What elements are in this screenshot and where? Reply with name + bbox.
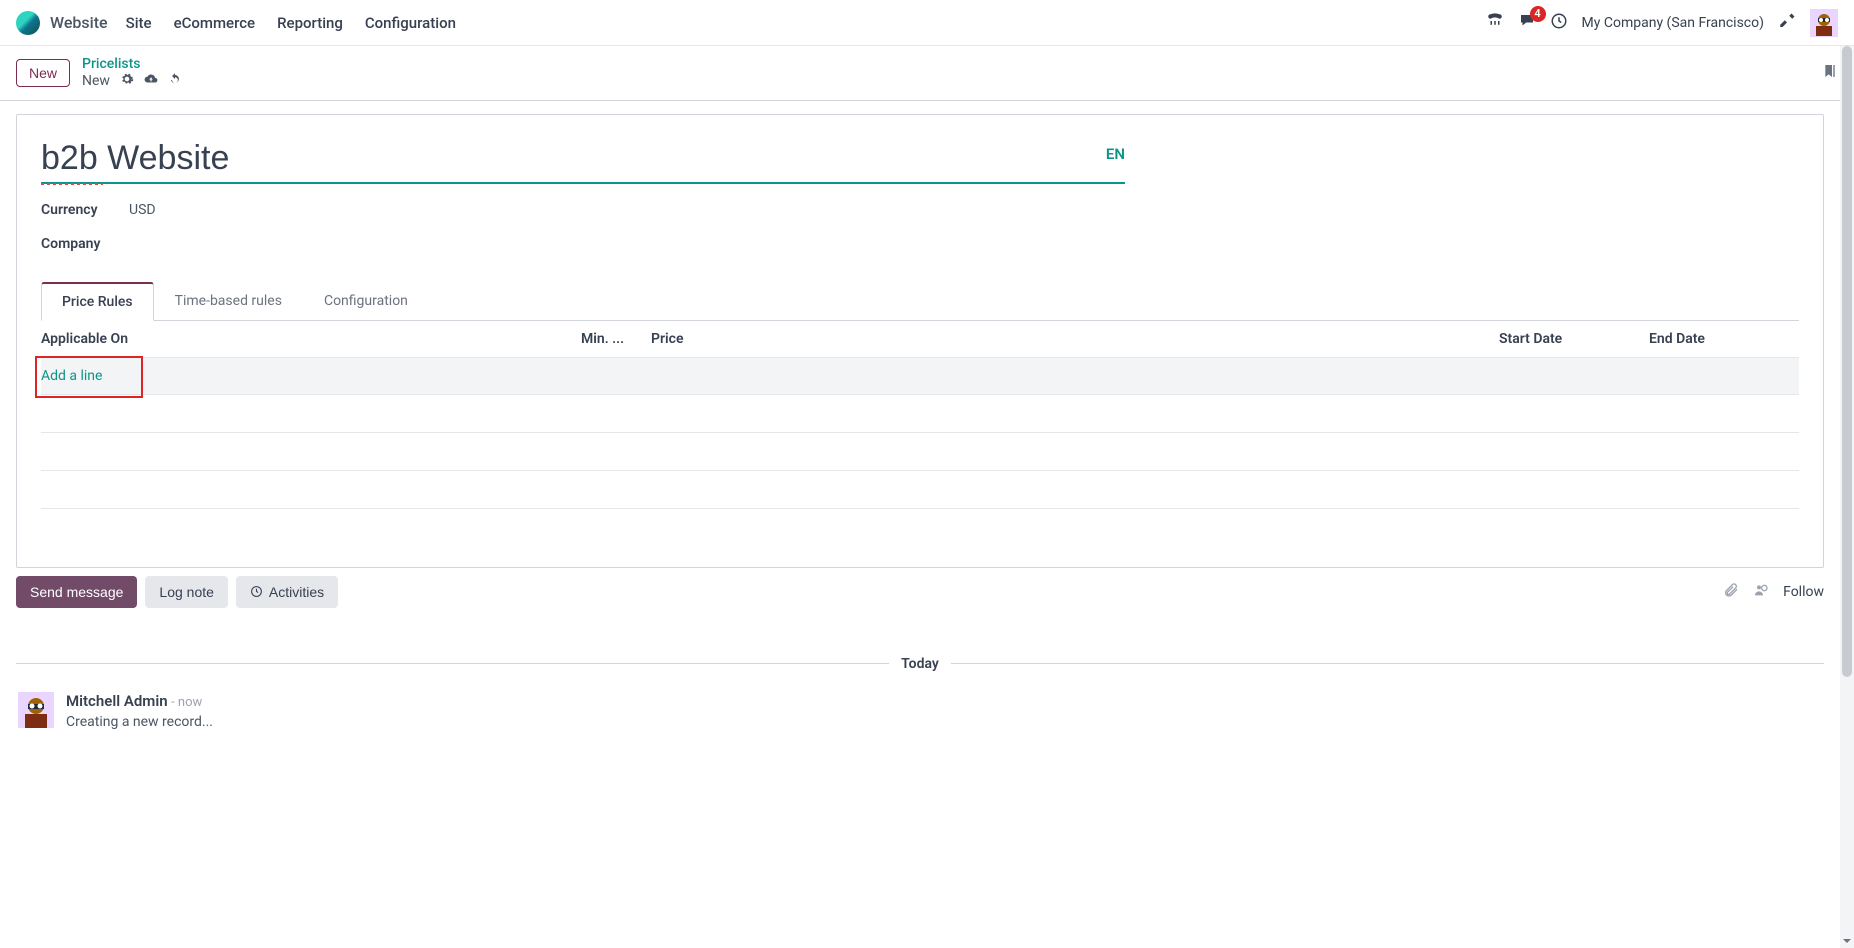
follow-button[interactable]: Follow	[1783, 584, 1824, 600]
cloud-save-icon[interactable]	[144, 72, 158, 90]
bookmark-icon[interactable]	[1822, 61, 1838, 85]
pricelist-name-input[interactable]	[41, 139, 1125, 184]
breadcrumb-current: New	[82, 73, 110, 89]
chatter-message: Mitchell Admin - now Creating a new reco…	[16, 692, 1824, 730]
followers-icon[interactable]	[1753, 582, 1769, 602]
scrollbar[interactable]	[1840, 46, 1854, 948]
company-selector[interactable]: My Company (San Francisco)	[1582, 15, 1764, 31]
attachment-icon[interactable]	[1723, 582, 1739, 602]
notification-badge: 4	[1530, 6, 1546, 22]
chatter: Send message Log note Activities Follow …	[16, 576, 1824, 730]
table-row	[41, 395, 1799, 433]
table-row	[41, 433, 1799, 471]
currency-value[interactable]: USD	[129, 202, 156, 218]
company-label: Company	[41, 236, 111, 252]
col-applicable-on[interactable]: Applicable On	[41, 321, 581, 358]
chatter-separator-today: Today	[901, 656, 939, 672]
action-bar: New Pricelists New	[0, 46, 1854, 100]
price-rules-table: Applicable On Min. ... Price Start Date …	[41, 321, 1799, 567]
nav-configuration[interactable]: Configuration	[365, 14, 456, 32]
top-nav: Website Site eCommerce Reporting Configu…	[0, 0, 1854, 46]
highlight-box	[35, 356, 143, 398]
breadcrumb-parent[interactable]: Pricelists	[82, 56, 182, 72]
tools-icon[interactable]	[1778, 12, 1796, 34]
tab-price-rules[interactable]: Price Rules	[41, 282, 154, 321]
nav-reporting[interactable]: Reporting	[277, 14, 343, 32]
tab-configuration[interactable]: Configuration	[303, 282, 429, 320]
message-author[interactable]: Mitchell Admin	[66, 692, 168, 710]
brand-logo-icon[interactable]	[16, 11, 40, 35]
col-end-date[interactable]: End Date	[1649, 321, 1799, 358]
currency-label: Currency	[41, 202, 111, 218]
app-name[interactable]: Website	[50, 13, 108, 32]
tab-time-based[interactable]: Time-based rules	[154, 282, 303, 320]
col-start-date[interactable]: Start Date	[1499, 321, 1649, 358]
col-min[interactable]: Min. ...	[581, 321, 651, 358]
nav-site[interactable]: Site	[126, 14, 152, 32]
voip-icon[interactable]	[1486, 12, 1504, 34]
gear-icon[interactable]	[120, 72, 134, 90]
tabs: Price Rules Time-based rules Configurati…	[41, 282, 1799, 321]
form-sheet: EN Currency USD Company Price Rules Time…	[16, 114, 1824, 568]
log-note-button[interactable]: Log note	[145, 576, 228, 608]
message-time: - now	[171, 695, 202, 710]
send-message-button[interactable]: Send message	[16, 576, 137, 608]
message-text: Creating a new record...	[66, 714, 213, 730]
lang-badge[interactable]: EN	[1106, 145, 1125, 163]
clock-icon[interactable]	[1550, 12, 1568, 34]
new-button[interactable]: New	[16, 59, 70, 87]
user-avatar[interactable]	[1810, 9, 1838, 37]
col-price[interactable]: Price	[651, 321, 1499, 358]
nav-ecommerce[interactable]: eCommerce	[174, 14, 256, 32]
activities-button[interactable]: Activities	[236, 576, 338, 608]
messages-icon[interactable]: 4	[1518, 12, 1536, 34]
discard-icon[interactable]	[168, 72, 182, 90]
table-row	[41, 471, 1799, 509]
message-avatar[interactable]	[18, 692, 54, 728]
